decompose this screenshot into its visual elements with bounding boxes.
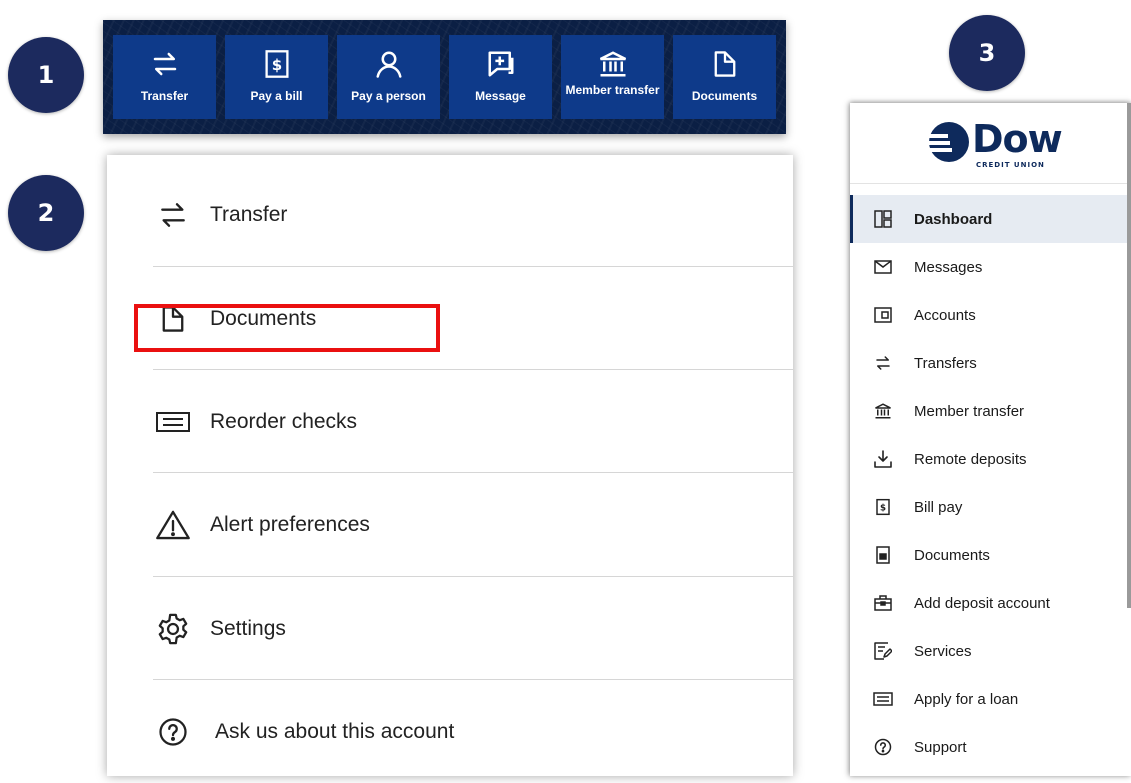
- sidebar-item-label: Accounts: [914, 306, 976, 324]
- step-badge-1: 1: [8, 37, 84, 113]
- sidebar-item-label: Apply for a loan: [914, 690, 1019, 708]
- quick-action-label: Member transfer: [565, 83, 660, 97]
- sidebar-item-label: Remote deposits: [914, 450, 1027, 468]
- download-icon: [873, 449, 893, 469]
- account-menu: Transfer Documents Reorder checks Alert …: [107, 155, 793, 776]
- document-icon: [155, 301, 191, 337]
- card-icon: [873, 689, 893, 709]
- quick-actions-bar: Transfer $ Pay a bill Pay a person Messa…: [103, 20, 786, 134]
- sidebar-item-label: Transfers: [914, 354, 977, 372]
- transfer-icon: [155, 197, 191, 233]
- warning-icon: [155, 507, 191, 543]
- sidebar-item-label: Add deposit account: [914, 594, 1050, 612]
- sidebar-item-label: Messages: [914, 258, 983, 276]
- dashboard-icon: [873, 209, 893, 229]
- person-icon: [372, 47, 406, 81]
- document-icon: [873, 545, 893, 565]
- menu-item-label: Transfer: [210, 202, 288, 226]
- gear-icon: [155, 611, 191, 647]
- svg-text:$: $: [880, 503, 886, 513]
- sidebar-item-documents[interactable]: Documents: [850, 531, 1131, 579]
- checks-icon: [155, 404, 191, 440]
- sidebar-item-accounts[interactable]: Accounts: [850, 291, 1131, 339]
- svg-text:$: $: [271, 56, 281, 74]
- menu-item-ask-us[interactable]: Ask us about this account: [153, 680, 793, 783]
- sidebar-item-label: Member transfer: [914, 402, 1025, 420]
- quick-action-label: Transfer: [140, 89, 189, 103]
- sidebar-item-label: Services: [914, 642, 972, 660]
- sidebar-item-messages[interactable]: Messages: [850, 243, 1131, 291]
- transfer-icon: [148, 47, 182, 81]
- menu-item-reorder-checks[interactable]: Reorder checks: [153, 370, 793, 473]
- menu-item-label: Ask us about this account: [215, 719, 455, 743]
- sidebar-item-member-transfer[interactable]: Member transfer: [850, 387, 1131, 435]
- sidebar-item-apply-loan[interactable]: Apply for a loan: [850, 675, 1131, 723]
- edit-icon: [873, 641, 893, 661]
- help-icon: [155, 714, 191, 750]
- quick-action-pay-bill[interactable]: $ Pay a bill: [225, 35, 328, 119]
- mail-icon: [873, 257, 893, 277]
- quick-action-label: Pay a person: [351, 89, 426, 103]
- sidebar-divider: [850, 183, 1131, 184]
- sidebar-scrollbar[interactable]: [1127, 103, 1131, 608]
- quick-action-member-transfer[interactable]: Member transfer: [561, 35, 664, 119]
- quick-action-label: Documents: [691, 89, 758, 103]
- document-icon: [708, 47, 742, 81]
- bank-icon: [873, 401, 893, 421]
- message-icon: [484, 47, 518, 81]
- menu-item-label: Settings: [210, 616, 286, 640]
- quick-action-transfer[interactable]: Transfer: [113, 35, 216, 119]
- sidebar-item-add-deposit-account[interactable]: Add deposit account: [850, 579, 1131, 627]
- menu-item-settings[interactable]: Settings: [153, 577, 793, 680]
- help-icon: [873, 737, 893, 757]
- sidebar-item-transfers[interactable]: Transfers: [850, 339, 1131, 387]
- bill-icon: $: [260, 47, 294, 81]
- quick-action-pay-person[interactable]: Pay a person: [337, 35, 440, 119]
- quick-action-label: Pay a bill: [250, 89, 303, 103]
- bank-icon: [596, 47, 630, 81]
- sidebar-item-services[interactable]: Services: [850, 627, 1131, 675]
- quick-action-message[interactable]: Message: [449, 35, 552, 119]
- menu-item-transfer[interactable]: Transfer: [153, 163, 793, 266]
- sidebar-item-dashboard[interactable]: Dashboard: [850, 195, 1131, 243]
- brand-name: Dow: [972, 117, 1063, 161]
- brand-logo[interactable]: Dow CREDIT UNION: [918, 115, 1068, 175]
- sidebar-item-label: Bill pay: [914, 498, 963, 516]
- wallet-icon: [873, 305, 893, 325]
- quick-action-label: Message: [475, 89, 526, 103]
- sidebar-item-bill-pay[interactable]: $ Bill pay: [850, 483, 1131, 531]
- menu-item-label: Documents: [210, 306, 317, 330]
- sidebar-item-remote-deposits[interactable]: Remote deposits: [850, 435, 1131, 483]
- bill-icon: $: [873, 497, 893, 517]
- menu-item-alert-preferences[interactable]: Alert preferences: [153, 473, 793, 576]
- transfer-icon: [873, 353, 893, 373]
- sidebar-item-label: Documents: [914, 546, 990, 564]
- sidebar-item-label: Support: [914, 738, 967, 756]
- sidebar-item-support[interactable]: Support: [850, 723, 1131, 771]
- menu-item-documents[interactable]: Documents: [153, 267, 793, 370]
- sidebar-nav: Dow CREDIT UNION Dashboard Messages Acco…: [850, 103, 1131, 776]
- briefcase-icon: [873, 593, 893, 613]
- menu-item-label: Alert preferences: [210, 512, 370, 536]
- menu-item-label: Reorder checks: [210, 409, 358, 433]
- step-badge-3: 3: [949, 15, 1025, 91]
- quick-action-documents[interactable]: Documents: [673, 35, 776, 119]
- step-badge-2: 2: [8, 175, 84, 251]
- sidebar-item-label: Dashboard: [914, 210, 993, 228]
- brand-tagline: CREDIT UNION: [976, 161, 1045, 169]
